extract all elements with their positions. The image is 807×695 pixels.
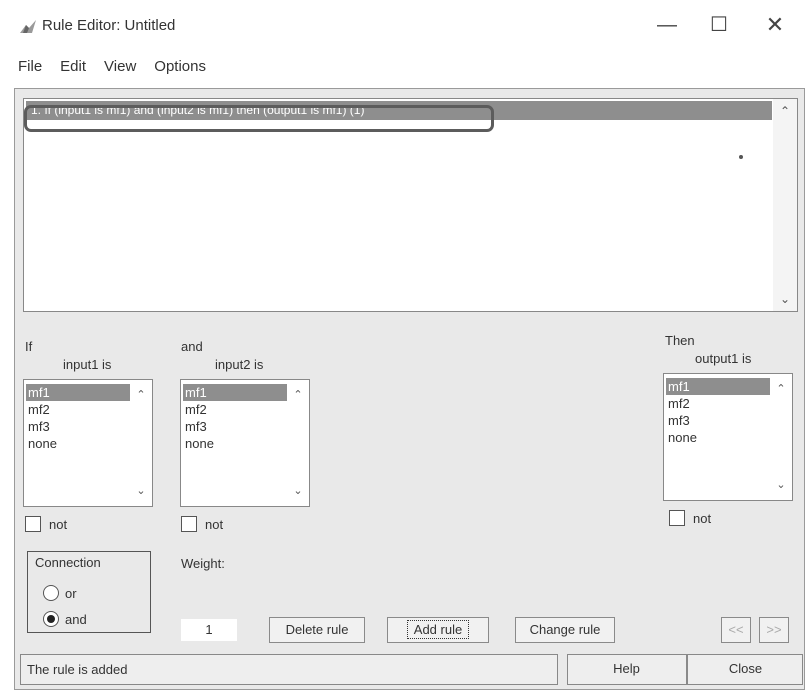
menu-view[interactable]: View	[104, 58, 136, 82]
chevron-up-icon[interactable]: ⌃	[773, 101, 797, 121]
list-item[interactable]: mf2	[183, 401, 287, 418]
chevron-up-icon[interactable]: ⌃	[130, 386, 152, 404]
chevron-down-icon[interactable]: ⌄	[130, 482, 152, 500]
next-button[interactable]: >>	[759, 617, 789, 643]
close-window-button[interactable]: ✕	[760, 10, 790, 40]
menu-file[interactable]: File	[18, 58, 42, 82]
input2-label: input2 is	[215, 357, 264, 372]
add-rule-label: Add rule	[406, 620, 470, 639]
matlab-icon	[20, 20, 36, 33]
chevron-down-icon[interactable]: ⌄	[770, 476, 792, 494]
then-not-label: not	[693, 511, 712, 526]
list-item[interactable]: mf1	[26, 384, 130, 401]
previous-button[interactable]: <<	[721, 617, 751, 643]
rules-scrollbar[interactable]: ⌃ ⌄	[773, 99, 797, 311]
input2-listbox[interactable]: mf1 mf2 mf3 none ⌃ ⌄	[180, 379, 310, 507]
listbox-scrollbar[interactable]: ⌃ ⌄	[130, 380, 152, 506]
and-header: and	[181, 339, 203, 354]
delete-rule-button[interactable]: Delete rule	[269, 617, 365, 643]
output1-listbox[interactable]: mf1 mf2 mf3 none ⌃ ⌄	[663, 373, 793, 501]
connection-or-radio[interactable]	[43, 585, 59, 601]
rules-list[interactable]: 1. If (input1 is mf1) and (input2 is mf1…	[23, 98, 798, 312]
then-not-checkbox[interactable]	[669, 510, 685, 526]
maximize-button[interactable]: ☐	[704, 10, 734, 40]
list-item[interactable]: mf2	[666, 395, 770, 412]
and-not-checkbox[interactable]	[181, 516, 197, 532]
connection-and-label: and	[65, 612, 87, 627]
window-title: Rule Editor: Untitled	[42, 17, 176, 34]
title-bar: Rule Editor: Untitled — ☐ ✕	[0, 0, 807, 56]
list-item[interactable]: none	[183, 435, 287, 452]
chevron-down-icon[interactable]: ⌄	[773, 289, 797, 309]
list-item[interactable]: mf3	[666, 412, 770, 429]
list-item[interactable]: none	[666, 429, 770, 446]
chevron-up-icon[interactable]: ⌃	[287, 386, 309, 404]
list-item[interactable]: mf3	[183, 418, 287, 435]
then-header: Then	[665, 333, 695, 348]
weight-input[interactable]: 1	[181, 619, 237, 641]
stray-dot	[739, 155, 743, 159]
change-rule-button[interactable]: Change rule	[515, 617, 615, 643]
chevron-down-icon[interactable]: ⌄	[287, 482, 309, 500]
connection-title: Connection	[31, 555, 105, 570]
rule-editor-panel: 1. If (input1 is mf1) and (input2 is mf1…	[14, 88, 805, 690]
input1-label: input1 is	[63, 357, 112, 372]
menu-options[interactable]: Options	[154, 58, 206, 82]
menu-bar: File Edit View Options	[18, 58, 224, 82]
list-item[interactable]: mf2	[26, 401, 130, 418]
help-button[interactable]: Help	[567, 654, 687, 685]
menu-edit[interactable]: Edit	[60, 58, 86, 82]
list-item[interactable]: mf1	[666, 378, 770, 395]
minimize-button[interactable]: —	[652, 10, 682, 40]
list-item[interactable]: mf1	[183, 384, 287, 401]
rule-highlight-annotation	[24, 105, 494, 132]
and-not-label: not	[205, 517, 224, 532]
list-item[interactable]: none	[26, 435, 130, 452]
connection-and-radio[interactable]	[43, 611, 59, 627]
listbox-scrollbar[interactable]: ⌃ ⌄	[287, 380, 309, 506]
add-rule-button[interactable]: Add rule	[387, 617, 489, 643]
listbox-scrollbar[interactable]: ⌃ ⌄	[770, 374, 792, 500]
if-not-checkbox[interactable]	[25, 516, 41, 532]
close-button[interactable]: Close	[687, 654, 803, 685]
chevron-up-icon[interactable]: ⌃	[770, 380, 792, 398]
status-message: The rule is added	[20, 654, 558, 685]
input1-listbox[interactable]: mf1 mf2 mf3 none ⌃ ⌄	[23, 379, 153, 507]
list-item[interactable]: mf3	[26, 418, 130, 435]
output1-label: output1 is	[695, 351, 752, 366]
if-header: If	[25, 339, 33, 354]
if-not-label: not	[49, 517, 68, 532]
weight-label: Weight:	[181, 556, 225, 571]
connection-or-label: or	[65, 586, 77, 601]
